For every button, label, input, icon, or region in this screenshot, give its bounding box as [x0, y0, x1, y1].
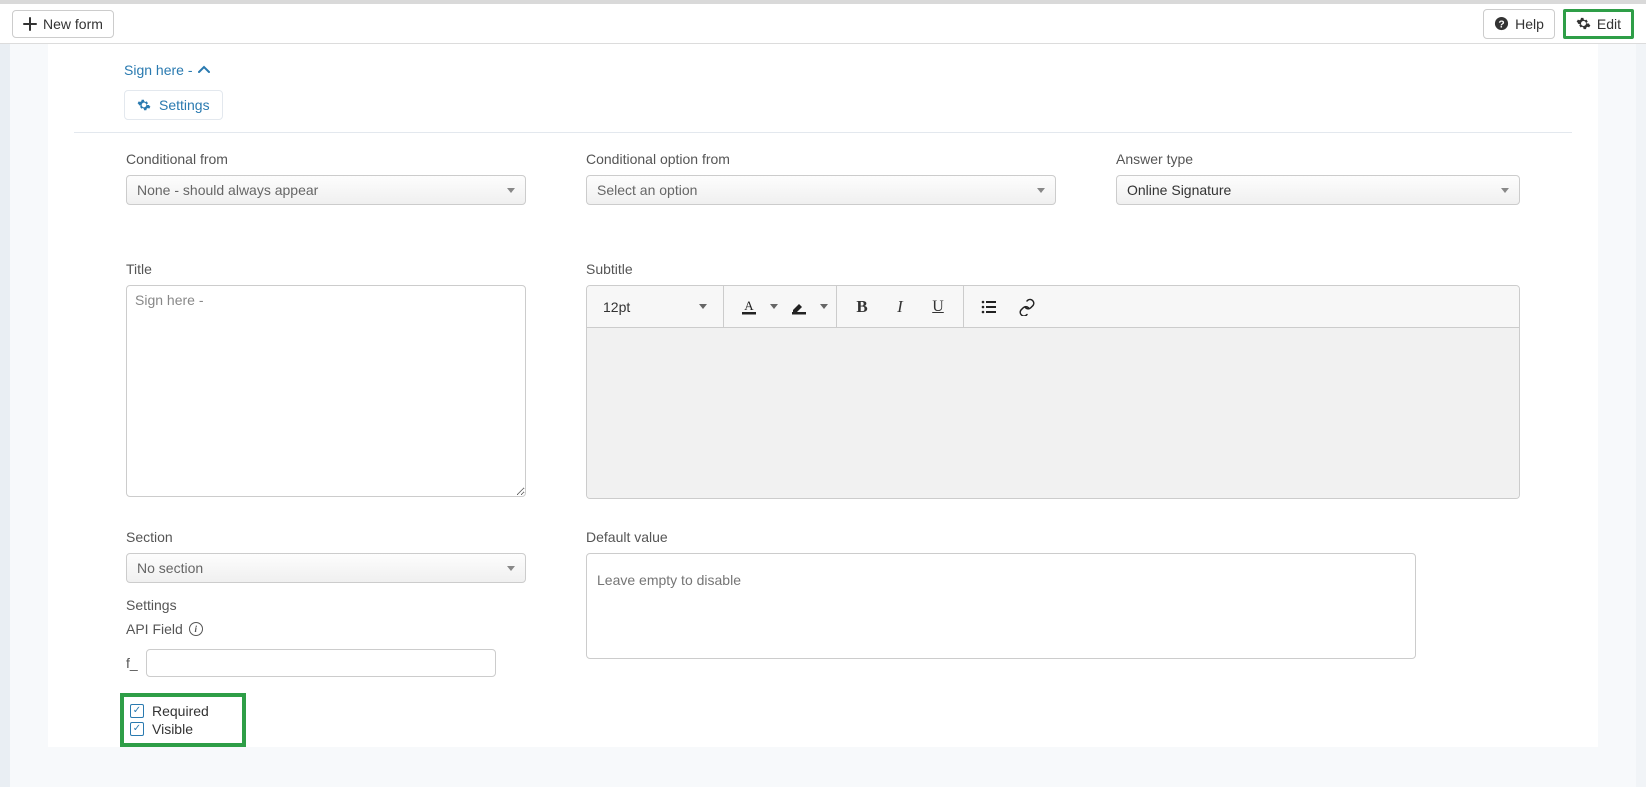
conditional-from-block: Conditional from None - should always ap…	[126, 151, 526, 205]
new-form-button[interactable]: New form	[12, 10, 114, 38]
editor-content-area[interactable]	[587, 328, 1519, 498]
svg-text:A: A	[744, 298, 754, 313]
answer-type-value: Online Signature	[1127, 182, 1231, 198]
top-toolbar-right: ? Help Edit	[1483, 9, 1634, 39]
gear-icon	[137, 98, 151, 112]
form-card: Sign here - Settings Conditional from No…	[48, 44, 1598, 747]
chevron-down-icon[interactable]	[770, 304, 778, 309]
section-settings-block: Section No section Settings API Field i …	[126, 529, 526, 747]
info-icon[interactable]: i	[189, 622, 203, 636]
answer-type-label: Answer type	[1116, 151, 1520, 167]
chevron-down-icon	[507, 188, 515, 193]
text-color-button[interactable]: A	[732, 290, 766, 324]
gear-icon	[1576, 16, 1591, 31]
editor-toolbar: 12pt A	[587, 286, 1519, 328]
required-label: Required	[152, 703, 209, 719]
italic-button[interactable]: I	[883, 290, 917, 324]
settings-subheading: Settings	[126, 597, 526, 613]
settings-row-1: Conditional from None - should always ap…	[74, 132, 1572, 233]
plus-icon	[23, 17, 37, 31]
breadcrumb-label: Sign here -	[124, 62, 192, 78]
visible-label: Visible	[152, 721, 193, 737]
answer-type-select[interactable]: Online Signature	[1116, 175, 1520, 205]
title-label: Title	[126, 261, 526, 277]
chevron-down-icon	[699, 304, 707, 309]
top-toolbar: New form ? Help Edit	[0, 0, 1646, 44]
conditional-option-value: Select an option	[597, 182, 697, 198]
api-prefix: f_	[126, 655, 138, 671]
conditional-from-value: None - should always appear	[137, 182, 318, 198]
conditional-from-select[interactable]: None - should always appear	[126, 175, 526, 205]
api-field-label: API Field	[126, 621, 183, 637]
chevron-down-icon	[507, 566, 515, 571]
api-field-input[interactable]	[146, 649, 496, 677]
help-icon: ?	[1494, 16, 1509, 31]
font-size-value: 12pt	[603, 299, 630, 315]
visible-checkbox[interactable]: ✓	[130, 722, 144, 736]
conditional-option-select[interactable]: Select an option	[586, 175, 1056, 205]
api-field-row: f_	[126, 649, 526, 677]
subtitle-block: Subtitle 12pt A	[586, 261, 1520, 499]
breadcrumb-toggle[interactable]: Sign here -	[124, 62, 1598, 78]
rich-text-editor: 12pt A	[586, 285, 1520, 499]
toolbar-font-group: 12pt	[587, 286, 724, 327]
default-value-input[interactable]	[586, 553, 1416, 659]
api-field-label-row: API Field i	[126, 621, 526, 637]
required-visible-highlight: ✓ Required ✓ Visible	[120, 693, 246, 747]
settings-row-3: Section No section Settings API Field i …	[74, 529, 1572, 747]
toolbar-format-group: B I U	[837, 286, 964, 327]
conditional-option-block: Conditional option from Select an option	[586, 151, 1056, 205]
chevron-down-icon	[1501, 188, 1509, 193]
settings-label: Settings	[159, 97, 210, 113]
new-form-label: New form	[43, 16, 103, 32]
required-row: ✓ Required	[130, 703, 236, 719]
settings-row-2: Title Subtitle 12pt	[74, 261, 1572, 499]
bold-button[interactable]: B	[845, 290, 879, 324]
required-checkbox[interactable]: ✓	[130, 704, 144, 718]
chevron-down-icon	[1037, 188, 1045, 193]
conditional-option-label: Conditional option from	[586, 151, 1056, 167]
conditional-from-label: Conditional from	[126, 151, 526, 167]
highlight-color-button[interactable]	[782, 290, 816, 324]
title-input[interactable]	[126, 285, 526, 497]
section-label: Section	[126, 529, 526, 545]
settings-button[interactable]: Settings	[124, 90, 223, 120]
edit-button[interactable]: Edit	[1563, 9, 1634, 39]
card-header: Sign here - Settings	[48, 62, 1598, 132]
chevron-down-icon[interactable]	[820, 304, 828, 309]
chevron-up-icon	[198, 65, 210, 75]
svg-text:?: ?	[1498, 19, 1504, 30]
help-label: Help	[1515, 16, 1544, 32]
answer-type-block: Answer type Online Signature	[1116, 151, 1520, 205]
section-value: No section	[137, 560, 203, 576]
font-size-select[interactable]: 12pt	[595, 299, 715, 315]
title-block: Title	[126, 261, 526, 499]
visible-row: ✓ Visible	[130, 721, 236, 737]
underline-button[interactable]: U	[921, 290, 955, 324]
help-button[interactable]: ? Help	[1483, 9, 1555, 39]
toolbar-insert-group	[964, 286, 1052, 327]
page-body: Sign here - Settings Conditional from No…	[0, 44, 1646, 787]
bullet-list-button[interactable]	[972, 290, 1006, 324]
section-select[interactable]: No section	[126, 553, 526, 583]
link-button[interactable]	[1010, 290, 1044, 324]
edit-label: Edit	[1597, 16, 1621, 32]
toolbar-color-group: A	[724, 286, 837, 327]
subtitle-label: Subtitle	[586, 261, 1520, 277]
default-value-label: Default value	[586, 529, 1520, 545]
default-value-block: Default value	[586, 529, 1520, 747]
